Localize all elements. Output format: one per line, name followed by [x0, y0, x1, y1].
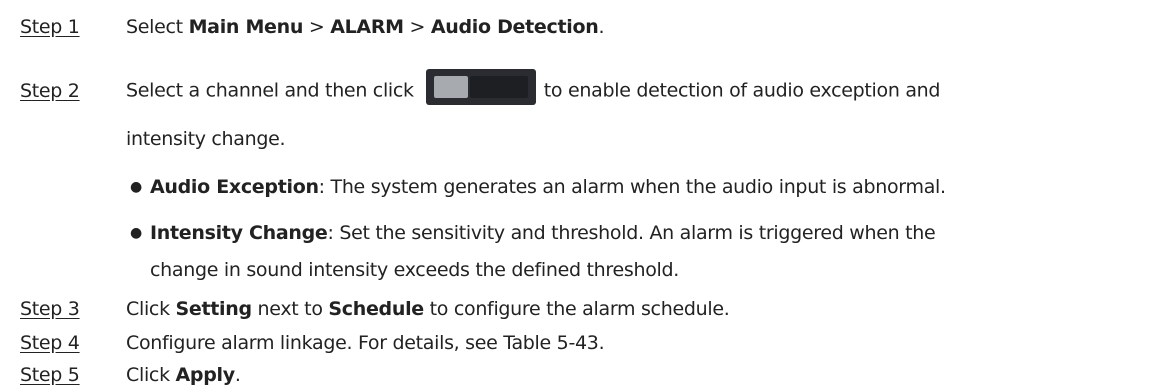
toggle-knob: [433, 76, 468, 98]
step-3: Step 3 Click Setting next to Schedule to…: [20, 298, 730, 320]
step-1-label: Step 1: [20, 16, 80, 38]
bullet-icon: ●: [130, 225, 142, 241]
toggle-switch-icon: [425, 69, 536, 105]
step-3-label: Step 3: [20, 298, 80, 320]
step-2-continuation: intensity change.: [126, 128, 286, 150]
step-1-text: Select Main Menu > ALARM > Audio Detecti…: [126, 16, 605, 38]
step-5-text: Click Apply.: [126, 364, 241, 386]
step-4: Step 4 Configure alarm linkage. For deta…: [20, 332, 605, 354]
step-4-label: Step 4: [20, 332, 80, 354]
step-5: Step 5 Click Apply.: [20, 364, 241, 386]
step-2-text: Select a channel and then click to enable…: [126, 69, 940, 109]
step-2-label: Step 2: [20, 79, 80, 102]
step-5-label: Step 5: [20, 364, 80, 386]
bullet-audio-exception-text: Audio Exception: The system generates an…: [150, 176, 946, 198]
bullet-intensity-change-continuation: change in sound intensity exceeds the de…: [150, 259, 680, 281]
bullet-intensity-change: ● Intensity Change: Set the sensitivity …: [130, 222, 936, 244]
bullet-audio-exception: ● Audio Exception: The system generates …: [130, 176, 946, 198]
bullet-icon: ●: [130, 179, 142, 195]
bullet-intensity-change-text: Intensity Change: Set the sensitivity an…: [150, 222, 936, 244]
step-1: Step 1 Select Main Menu > ALARM > Audio …: [20, 16, 604, 38]
step-4-text: Configure alarm linkage. For details, se…: [126, 332, 605, 354]
step-3-text: Click Setting next to Schedule to config…: [126, 298, 730, 320]
step-2: Step 2 Select a channel and then click to…: [20, 69, 940, 109]
toggle-track: [469, 76, 528, 98]
